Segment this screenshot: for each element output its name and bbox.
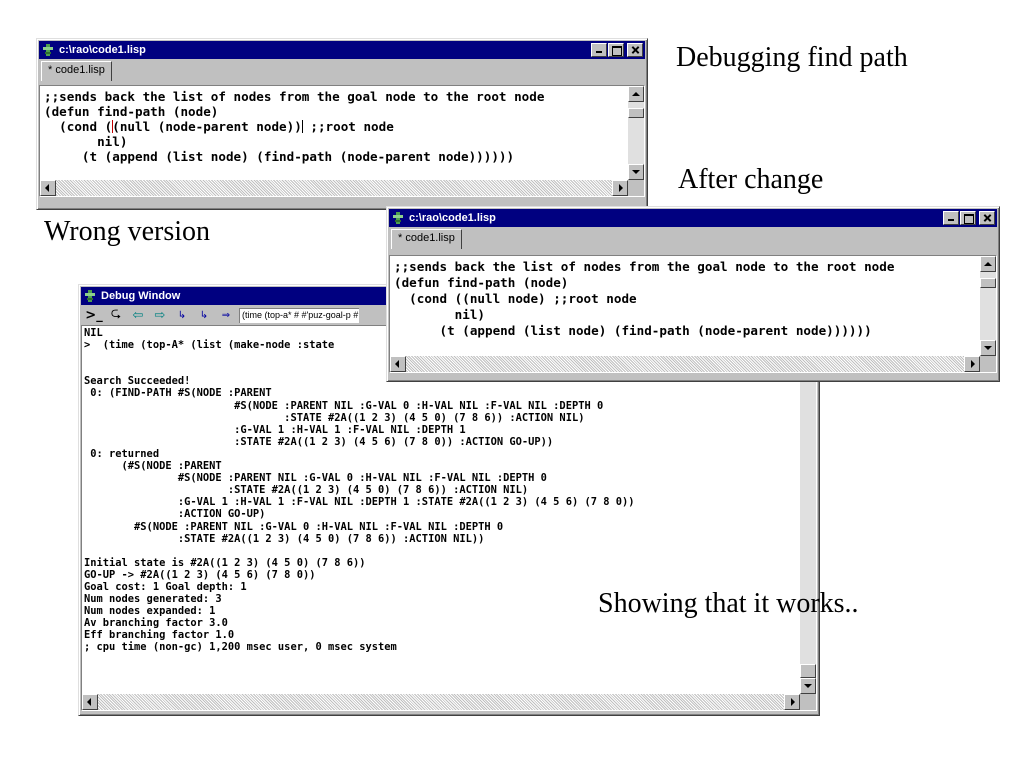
app-icon <box>83 289 97 303</box>
minimize-button[interactable] <box>943 211 959 225</box>
scroll-right-button[interactable] <box>612 180 628 196</box>
code-line: (null (node-parent node)) <box>112 119 302 134</box>
scroll-right-button[interactable] <box>964 356 980 372</box>
code-line: (t (append (list node) (find-path (node-… <box>44 149 515 164</box>
debug-output-line: 0: returned <box>84 447 160 460</box>
scroll-thumb[interactable] <box>980 278 996 288</box>
step-over-icon[interactable]: ↳ <box>173 307 191 323</box>
debug-output-line: Search Succeeded! <box>84 375 191 388</box>
debug-horizontal-scrollbar[interactable] <box>82 694 800 710</box>
editor-window-wrong-title: c:\rao\code1.lisp <box>59 44 146 56</box>
debug-output-line: (#S(NODE :PARENT <box>84 460 222 473</box>
code-line: nil) <box>44 134 128 149</box>
size-grip[interactable] <box>980 356 996 372</box>
scroll-down-button[interactable] <box>980 340 996 356</box>
editor-wrong-pane[interactable]: ;;sends back the list of nodes from the … <box>39 85 645 197</box>
maximize-button[interactable] <box>608 43 624 57</box>
editor-fixed-horizontal-scrollbar[interactable] <box>390 356 980 372</box>
debug-output-line: #S(NODE :PARENT NIL :G-VAL 0 :H-VAL NIL … <box>84 399 604 412</box>
maximize-button[interactable] <box>960 211 976 225</box>
scroll-left-button[interactable] <box>40 180 56 196</box>
editor-window-wrong-tabs: * code1.lisp <box>39 59 645 81</box>
prompt-icon[interactable]: >_ <box>85 307 103 323</box>
debug-output-line: :STATE #2A((1 2 3) (4 5 6) (7 8 0)) :ACT… <box>84 435 554 448</box>
caption-showing: Showing that it works.. <box>598 590 859 618</box>
code-line: (t (append (list node) (find-path (node-… <box>394 323 872 338</box>
debug-output-line: Goal cost: 1 Goal depth: 1 <box>84 580 247 593</box>
scroll-left-button[interactable] <box>390 356 406 372</box>
debug-output-line: :G-VAL 1 :H-VAL 1 :F-VAL NIL :DEPTH 1 <box>84 423 466 436</box>
code-line: ;;sends back the list of nodes from the … <box>394 259 895 274</box>
app-icon <box>391 211 405 225</box>
editor-window-wrong: c:\rao\code1.lisp * code1.lisp ;;sends b… <box>36 38 648 210</box>
debug-scroll-down-button[interactable] <box>800 678 816 694</box>
code-line: (cond ( <box>44 119 113 134</box>
step-icon[interactable]: ⮎ <box>107 306 125 323</box>
scroll-up-button[interactable] <box>980 256 996 272</box>
debug-output-line: Eff branching factor 1.0 <box>84 629 235 642</box>
editor-fixed-vertical-scrollbar[interactable] <box>980 256 996 356</box>
debug-output-line: GO-UP -> #2A((1 2 3) (4 5 6) (7 8 0)) <box>84 568 316 581</box>
back-arrow-icon[interactable]: ⇦ <box>129 307 147 323</box>
editor-window-fixed-titlebar[interactable]: c:\rao\code1.lisp <box>389 209 997 227</box>
debug-output-line: Av branching factor 3.0 <box>84 617 228 630</box>
debug-output-pane[interactable]: NIL > (time (top-A* (list (make-node :st… <box>81 325 817 711</box>
editor-wrong-code: ;;sends back the list of nodes from the … <box>40 86 628 180</box>
debug-output-line: 0: (FIND-PATH #S(NODE :PARENT <box>84 387 272 400</box>
code-line: (defun find-path (node) <box>394 275 569 290</box>
debug-output-line: #S(NODE :PARENT NIL :G-VAL 0 :H-VAL NIL … <box>84 472 547 485</box>
debug-output-line: :STATE #2A((1 2 3) (4 5 0) (7 8 6)) :ACT… <box>84 411 585 424</box>
scroll-up-button[interactable] <box>628 86 644 102</box>
caption-debugging: Debugging find path <box>676 42 908 73</box>
forward-arrow-icon[interactable]: ⇨ <box>151 307 169 323</box>
debug-scroll-right-button[interactable] <box>784 694 800 710</box>
size-grip[interactable] <box>628 180 644 196</box>
tab-code1-lisp[interactable]: * code1.lisp <box>391 229 462 249</box>
editor-window-fixed-tabs: * code1.lisp <box>389 227 997 249</box>
step-out-icon[interactable]: ⇒ <box>217 307 235 323</box>
close-button[interactable] <box>979 211 995 225</box>
debug-output-line: :STATE #2A((1 2 3) (4 5 0) (7 8 6)) :ACT… <box>84 532 485 545</box>
debug-output-line: NIL <box>84 327 103 339</box>
debug-scroll-left-button[interactable] <box>82 694 98 710</box>
app-icon <box>41 43 55 57</box>
editor-fixed-code: ;;sends back the list of nodes from the … <box>390 256 980 356</box>
editor-window-fixed: c:\rao\code1.lisp * code1.lisp ;;sends b… <box>386 206 1000 382</box>
code-line: ;;sends back the list of nodes from the … <box>44 89 545 104</box>
caption-showing-text: Showing that it works.. <box>598 588 859 619</box>
minimize-button[interactable] <box>591 43 607 57</box>
debug-output-line: Initial state is #2A((1 2 3) (4 5 0) (7 … <box>84 556 366 569</box>
debug-size-grip[interactable] <box>800 694 816 710</box>
editor-wrong-vertical-scrollbar[interactable] <box>628 86 644 180</box>
editor-fixed-pane[interactable]: ;;sends back the list of nodes from the … <box>389 255 997 373</box>
debug-scroll-thumb[interactable] <box>800 664 816 678</box>
debug-output-line: :G-VAL 1 :H-VAL 1 :F-VAL NIL :DEPTH 1 :S… <box>84 496 635 509</box>
debug-output-line: :ACTION GO-UP) <box>84 508 266 521</box>
code-line: nil) <box>394 307 485 322</box>
code-line: ;;root node <box>302 119 394 134</box>
editor-window-fixed-title: c:\rao\code1.lisp <box>409 212 496 224</box>
scroll-down-button[interactable] <box>628 164 644 180</box>
debug-output-line: Num nodes generated: 3 <box>84 593 222 606</box>
debug-output-line: #S(NODE :PARENT NIL :G-VAL 0 :H-VAL NIL … <box>84 520 504 533</box>
tab-code1-lisp[interactable]: * code1.lisp <box>41 61 112 81</box>
caption-after-change: After change <box>678 164 824 195</box>
debug-command-input[interactable]: (time (top-a* # #'puz-goal-p # <box>239 307 359 323</box>
debug-output-line: > (time (top-A* (list (make-node :state <box>84 339 335 352</box>
close-button[interactable] <box>627 43 643 57</box>
debug-output-line: ; cpu time (non-gc) 1,200 msec user, 0 m… <box>84 641 397 654</box>
code-line: (defun find-path (node) <box>44 104 219 119</box>
editor-window-wrong-titlebar[interactable]: c:\rao\code1.lisp <box>39 41 645 59</box>
editor-wrong-horizontal-scrollbar[interactable] <box>40 180 628 196</box>
debug-output-line: Num nodes expanded: 1 <box>84 605 216 618</box>
code-line: (cond ((null node) ;;root node <box>394 291 637 306</box>
step-into-icon[interactable]: ↳ <box>195 307 213 323</box>
debug-output-line: :STATE #2A((1 2 3) (4 5 0) (7 8 6)) :ACT… <box>84 484 529 497</box>
scroll-thumb[interactable] <box>628 108 644 118</box>
caption-wrong-version: Wrong version <box>44 216 211 247</box>
